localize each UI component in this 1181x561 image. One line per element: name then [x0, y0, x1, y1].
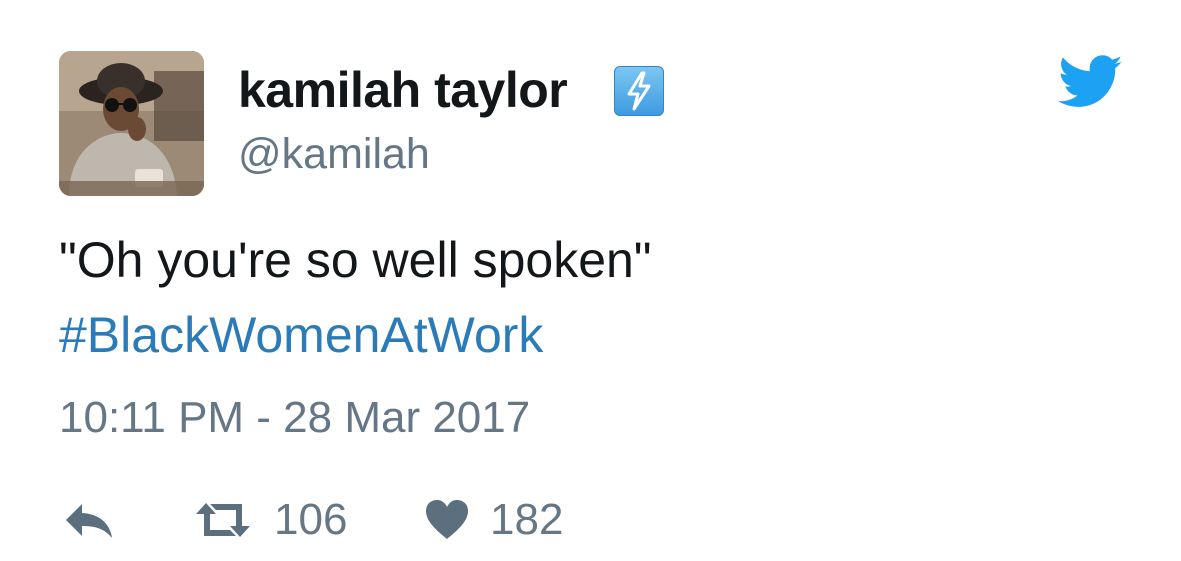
- hashtag-link[interactable]: #BlackWomenAtWork: [59, 302, 543, 368]
- retweet-count: 106: [274, 495, 348, 544]
- like-button[interactable]: 182: [424, 490, 563, 550]
- display-name[interactable]: kamilah taylor: [238, 58, 568, 122]
- user-handle[interactable]: @kamilah: [238, 128, 430, 180]
- lightning-emoji-icon: [614, 66, 664, 116]
- tweet-text: "Oh you're so well spoken": [59, 232, 652, 288]
- reply-icon: [66, 504, 112, 538]
- twitter-bird-icon[interactable]: [1058, 55, 1124, 109]
- retweet-icon: [196, 503, 250, 537]
- tweet-actions: 106 182: [0, 490, 1181, 550]
- avatar-photo: [59, 51, 204, 196]
- like-count: 182: [490, 495, 564, 544]
- tweet-timestamp[interactable]: 10:11 PM - 28 Mar 2017: [59, 390, 530, 446]
- retweet-button[interactable]: 106: [192, 490, 347, 550]
- avatar[interactable]: [59, 51, 204, 196]
- heart-icon: [426, 500, 468, 539]
- tweet-card: kamilah taylor @kamilah "Oh you're so we…: [0, 0, 1181, 561]
- reply-button[interactable]: [62, 490, 116, 550]
